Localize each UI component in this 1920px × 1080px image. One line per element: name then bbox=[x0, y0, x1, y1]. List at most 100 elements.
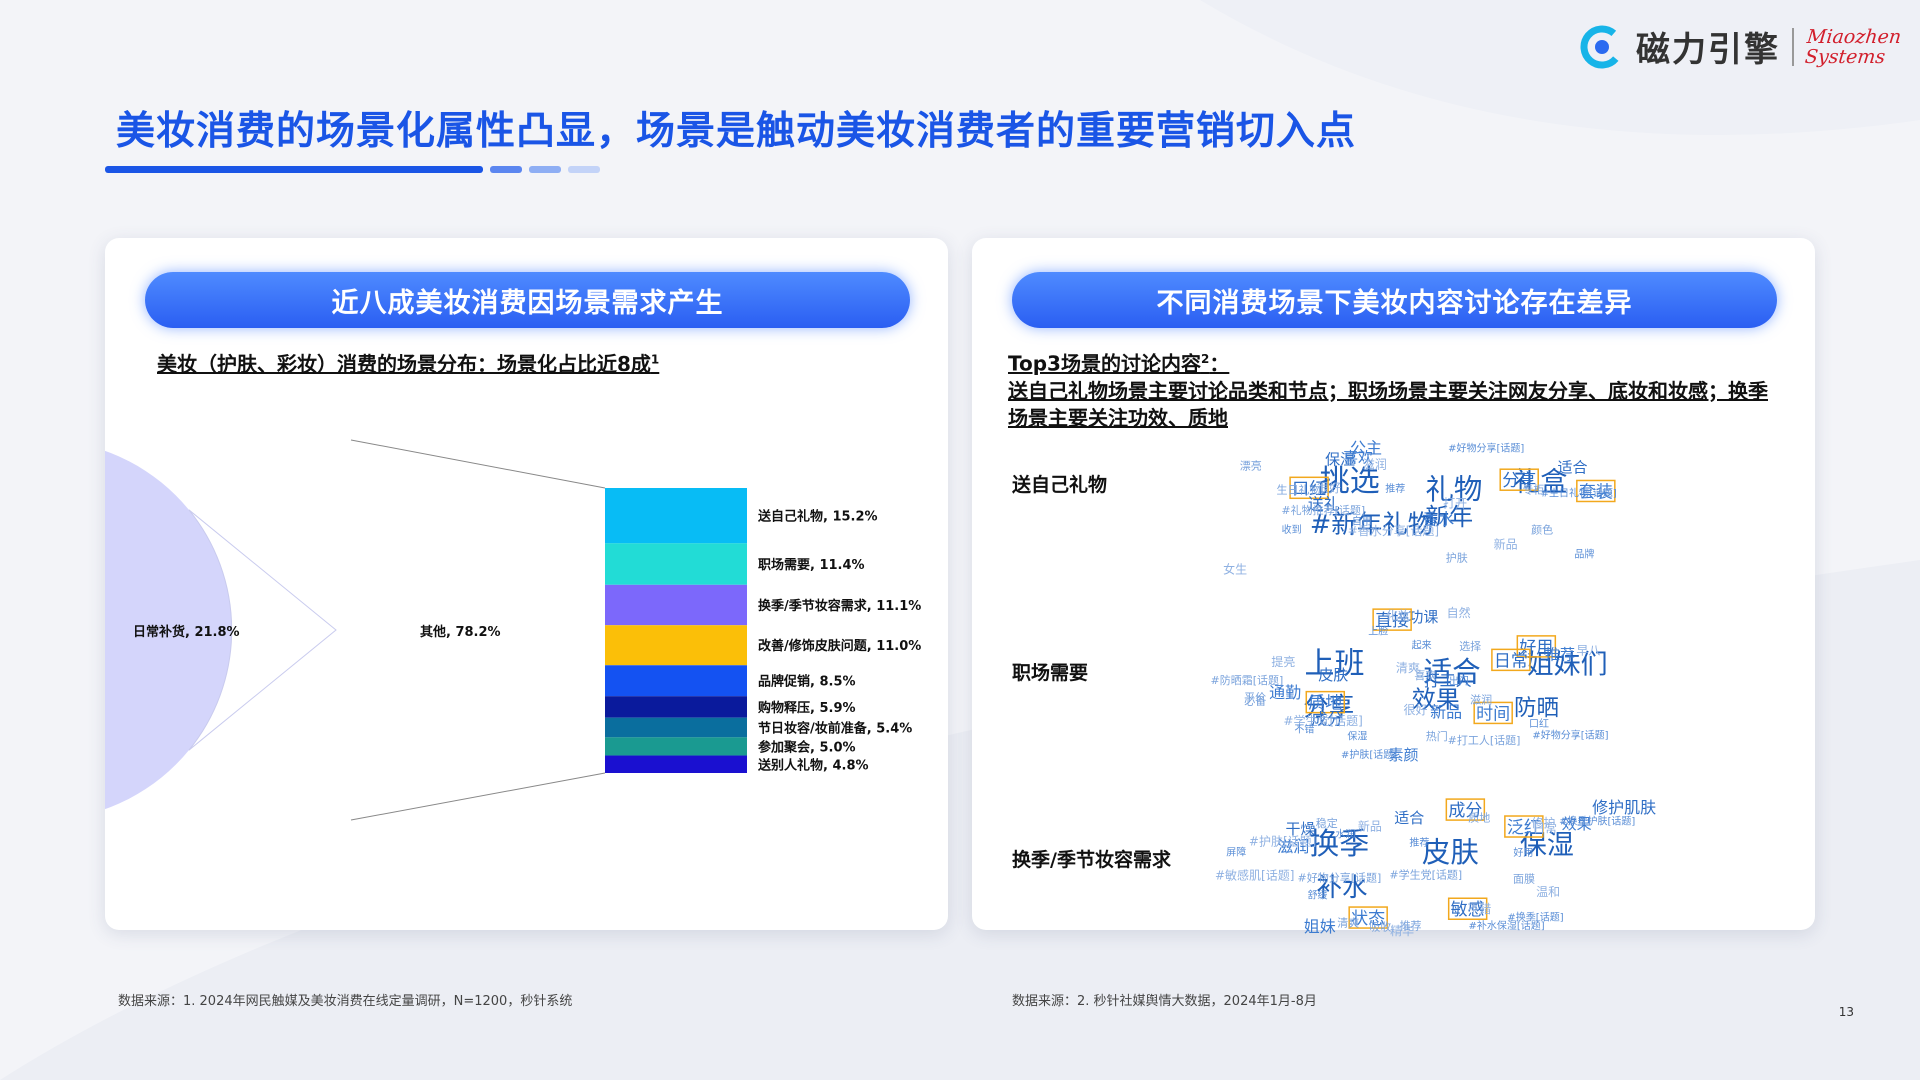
cloud-1-word-small-5: 化妆 bbox=[1386, 609, 1410, 623]
cloud-1-word-small-11: 自然 bbox=[1447, 605, 1471, 620]
bar-label-2: 换季/季节妆容需求, 11.1% bbox=[758, 598, 921, 614]
cloud-2-word-small-5: #敏感肌[话题] bbox=[1215, 868, 1294, 883]
bar-segment-4 bbox=[605, 665, 747, 696]
bar-segment-8 bbox=[605, 756, 747, 773]
cloud-1-word-small-20: 早八 bbox=[1576, 643, 1600, 657]
cloud-1-word-small-15: 不错 bbox=[1294, 723, 1314, 736]
pie-label-daily-restock: 日常补货, 21.8% bbox=[133, 624, 240, 640]
cloud-1-word-mid-2: 皮肤 bbox=[1318, 666, 1348, 684]
bar-label-7: 参加聚会, 5.0% bbox=[758, 739, 856, 755]
bar-label-3: 改善/修饰皮肤问题, 11.0% bbox=[758, 638, 921, 654]
bar-segment-2 bbox=[605, 585, 747, 625]
cloud-2-word-small-4: #好物分享[话题] bbox=[1298, 870, 1382, 884]
cloud-2-word-mid-4: 修护肌肤 bbox=[1592, 798, 1656, 817]
bar-of-pie-chart: 日常补货, 21.8% 其他, 78.2% 送自己礼物, 15.2% 职场需要, 11… bbox=[105, 238, 948, 930]
cloud-1-word-mid-5: 推荐 bbox=[1545, 646, 1575, 664]
cloud-2-word-small-0: #换季护肤[话题] bbox=[1559, 815, 1635, 828]
wordcloud-subtitle-line2: 送自己礼物场景主要讨论品类和节点；职场场景主要关注网友分享、底妆和妆感；换季场景… bbox=[1008, 379, 1768, 430]
brand-name-cn: 磁力引擎 bbox=[1636, 22, 1780, 71]
wordcloud-gift-self-svg: 挑选礼物礼盒#新年礼物新年口红香水保湿套装送礼喜欢分享公主适合#生日礼物[话题]… bbox=[1202, 428, 1702, 578]
cloud-2-word-small-2: #护肤[话题] bbox=[1249, 833, 1316, 848]
footnote-left: 数据来源：1. 2024年网民触媒及美妆消费在线定量调研，N=1200，秒针系统 bbox=[118, 990, 572, 1009]
wordcloud-workplace-svg: 上班适合姐妹们分享效果防晒好用新品皮肤质地成分推荐日常通勤功课时间打工人素颜直接… bbox=[1202, 598, 1702, 773]
cloud-1-word-mid-9: 时间 bbox=[1476, 704, 1510, 724]
connector-line-top bbox=[351, 440, 605, 488]
cloud-2-word-small-20: 精华 bbox=[1390, 924, 1414, 938]
cloud-0-word-small-15: 品牌 bbox=[1574, 547, 1594, 560]
cloud-1-word-small-22: 选择 bbox=[1459, 639, 1481, 653]
brand-logo: 磁力引擎 Miaozhen Systems bbox=[1580, 22, 1900, 71]
bar-label-4: 品牌促销, 8.5% bbox=[758, 674, 856, 690]
cloud-0-word-small-5: 女生 bbox=[1223, 562, 1247, 577]
cloud-0-word-small-14: 新品 bbox=[1494, 536, 1518, 551]
cloud-2-word-small-12: 舒缓 bbox=[1308, 889, 1328, 902]
cloud-0-word-small-12: 收到 bbox=[1282, 523, 1302, 536]
cloud-2-word-small-10: 吸收 bbox=[1369, 920, 1391, 934]
cloud-2-word-small-11: 温和 bbox=[1536, 885, 1560, 899]
cloud-2-word-mid-2: 适合 bbox=[1394, 809, 1424, 827]
cloud-1-word-small-8: 清爽 bbox=[1396, 661, 1420, 675]
cloud-0-word-small-10: 专柜 bbox=[1522, 483, 1544, 497]
connector-line-bottom bbox=[351, 773, 605, 820]
bar-segment-0 bbox=[605, 488, 747, 543]
cloud-1-word-small-19: 必备 bbox=[1244, 694, 1266, 708]
left-panel: 近八成美妆消费因场景需求产生 美妆（护肤、彩妆）消费的场景分布：场景化占比近8成… bbox=[105, 238, 948, 930]
cloud-1-word-mid-8: 功课 bbox=[1408, 608, 1438, 626]
cloud-2-word-small-7: 面膜 bbox=[1513, 873, 1535, 886]
cloud-1-word-small-1: #防晒霜[话题] bbox=[1211, 673, 1284, 687]
cloud-1-word-small-6: 上脸 bbox=[1368, 625, 1388, 638]
bar-segment-3 bbox=[605, 625, 747, 665]
bar-segment-7 bbox=[605, 737, 747, 755]
cloud-1-word-small-4: #打工人[话题] bbox=[1448, 733, 1521, 747]
wordcloud-season-change-svg: 换季皮肤保湿补水成分姐妹适合状态修护肌肤效果敏感滋润干燥泛红#换季护肤[话题]#… bbox=[1202, 786, 1702, 946]
bar-segment-6 bbox=[605, 718, 747, 738]
cloud-0-word-small-0: #生日礼物[话题] bbox=[1541, 486, 1617, 499]
cloud-2-word-small-16: 清爽 bbox=[1337, 917, 1359, 930]
cloud-0-word-small-11: 滋润 bbox=[1363, 458, 1387, 472]
cloud-1-word-mid-1: 新品 bbox=[1430, 703, 1462, 722]
wordcloud-season-change: 换季皮肤保湿补水成分姐妹适合状态修护肌肤效果敏感滋润干燥泛红#换季护肤[话题]#… bbox=[1202, 786, 1702, 946]
bar-label-0: 送自己礼物, 15.2% bbox=[757, 509, 878, 525]
cloud-0-word-small-3: #好物分享[话题] bbox=[1448, 442, 1524, 455]
title-underline bbox=[105, 166, 483, 173]
brand-name-en: Miaozhen Systems bbox=[1804, 27, 1902, 67]
cloud-1-word-big-5: 防晒 bbox=[1514, 696, 1559, 722]
cloud-1-word-mid-6: 日常 bbox=[1494, 651, 1528, 671]
cloud-1-word-small-12: 起来 bbox=[1412, 640, 1432, 652]
cloud-2-word-small-22: 质地 bbox=[1468, 811, 1490, 824]
cloud-0-word-mid-7: 公主 bbox=[1350, 439, 1382, 458]
bar-segment-5 bbox=[605, 696, 747, 717]
cloud-0-word-small-13: 漂亮 bbox=[1240, 459, 1262, 473]
cloud-2-word-small-21: 好用 bbox=[1513, 847, 1533, 859]
cloud-0-word-small-16: 颜色 bbox=[1531, 522, 1553, 536]
wordcloud-subtitle-colon: ： bbox=[1209, 352, 1229, 376]
bar-label-1: 职场需要, 11.4% bbox=[758, 558, 865, 573]
cloud-1-word-small-21: 出门 bbox=[1449, 675, 1469, 688]
cloud-0-word-small-9: 推荐 bbox=[1385, 482, 1405, 495]
cloud-2-word-small-17: 修护 bbox=[1531, 815, 1555, 830]
cloud-2-word-small-15: 水润 bbox=[1335, 828, 1355, 841]
wordcloud-subtitle: Top3场景的讨论内容2： 送自己礼物场景主要讨论品类和节点；职场场景主要关注网… bbox=[1008, 346, 1768, 432]
pie-label-other: 其他, 78.2% bbox=[420, 624, 501, 640]
footnote-right: 数据来源：2. 秒针社媒舆情大数据，2024年1月-8月 bbox=[1012, 990, 1317, 1009]
right-panel-header: 不同消费场景下美妆内容讨论存在差异 bbox=[1012, 272, 1777, 328]
cloud-0-word-mid-8: 适合 bbox=[1557, 459, 1587, 477]
cloud-2-word-small-6: #换季[话题] bbox=[1507, 910, 1563, 923]
cloud-1-word-small-14: 提亮 bbox=[1271, 654, 1295, 669]
scene-label-season-change: 换季/季节妆容需求 bbox=[1012, 845, 1171, 872]
cloud-2-word-small-19: 稳定 bbox=[1316, 816, 1338, 830]
bar-label-8: 送别人礼物, 4.8% bbox=[757, 757, 869, 773]
title-underline-dash-3 bbox=[568, 166, 600, 173]
cloud-1-word-small-16: 热门 bbox=[1426, 729, 1448, 743]
page-number: 13 bbox=[1839, 1005, 1854, 1019]
cloud-2-word-small-18: 屏障 bbox=[1226, 846, 1246, 859]
cloud-2-word-small-1: #学生党[话题] bbox=[1389, 868, 1462, 882]
cloud-1-word-small-18: 口红 bbox=[1529, 717, 1549, 730]
cloud-1-word-small-17: 很好 bbox=[1404, 703, 1428, 717]
cloud-1-word-small-9: 保湿 bbox=[1347, 730, 1367, 743]
cloud-2-word-mid-1: 姐妹 bbox=[1304, 917, 1336, 936]
cloud-0-word-small-17: 打开 bbox=[1443, 497, 1467, 511]
brand-name-en-line2: Systems bbox=[1804, 46, 1886, 68]
cloud-1-word-small-3: #护肤[话题] bbox=[1341, 748, 1397, 761]
wordcloud-workplace: 上班适合姐妹们分享效果防晒好用新品皮肤质地成分推荐日常通勤功课时间打工人素颜直接… bbox=[1202, 598, 1702, 773]
